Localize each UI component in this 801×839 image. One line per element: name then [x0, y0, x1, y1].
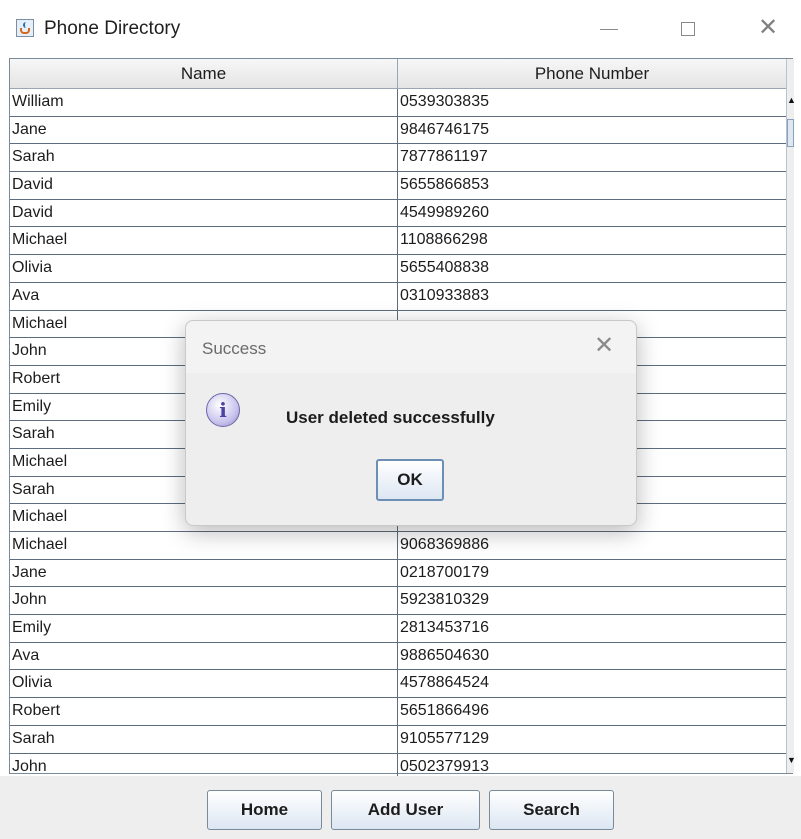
search-button[interactable]: Search	[489, 790, 614, 830]
cell-name[interactable]: David	[10, 172, 398, 199]
minimize-icon	[600, 28, 618, 30]
cell-phone[interactable]: 5655866853	[398, 172, 786, 199]
ok-button[interactable]: OK	[376, 459, 444, 501]
scroll-up-icon[interactable]: ▲	[787, 95, 796, 105]
table-row[interactable]: Michael 9068369886	[10, 532, 786, 560]
vertical-scrollbar[interactable]: ▲ ▼	[786, 59, 796, 773]
cell-phone[interactable]: 0310933883	[398, 283, 786, 310]
cell-name[interactable]: David	[10, 199, 398, 227]
dialog-title: Success	[202, 339, 267, 358]
cell-name[interactable]: Emily	[10, 615, 398, 642]
home-button[interactable]: Home	[207, 790, 322, 830]
cell-name[interactable]: Jane	[10, 559, 398, 587]
cell-phone[interactable]: 7877861197	[398, 144, 786, 171]
cell-phone[interactable]: 9886504630	[398, 643, 786, 670]
table-row[interactable]: Michael 1108866298	[10, 227, 786, 256]
table-header: Name Phone Number	[10, 59, 786, 89]
cell-name[interactable]: John	[10, 587, 398, 615]
table-row[interactable]: Jane 0218700179	[10, 559, 786, 588]
table-row[interactable]: William 0539303835	[10, 89, 786, 117]
dialog-message: User deleted successfully	[286, 408, 495, 427]
cell-name[interactable]: William	[10, 89, 398, 116]
scroll-thumb[interactable]	[787, 119, 794, 147]
cell-phone[interactable]: 0539303835	[398, 89, 786, 116]
window-title: Phone Directory	[44, 18, 181, 39]
cell-name[interactable]: Ava	[10, 282, 398, 310]
success-dialog: Success ✕ i User deleted successfully OK	[185, 320, 637, 526]
table-row[interactable]: John 5923810329	[10, 587, 786, 616]
maximize-button[interactable]	[665, 10, 711, 46]
table-row[interactable]: Emily 2813453716	[10, 615, 786, 643]
cell-phone[interactable]: 9068369886	[398, 532, 786, 559]
cell-phone[interactable]: 9846746175	[398, 117, 786, 144]
cell-phone[interactable]: 2813453716	[398, 615, 786, 642]
close-window-button[interactable]: ✕	[745, 10, 791, 46]
dialog-titlebar: Success ✕	[186, 321, 636, 373]
close-icon: ✕	[757, 14, 779, 41]
table-row[interactable]: David 4549989260	[10, 199, 786, 228]
column-header-phone[interactable]: Phone Number	[398, 59, 786, 88]
cell-name[interactable]: Michael	[10, 227, 398, 255]
table-row[interactable]: Sarah 7877861197	[10, 144, 786, 173]
table-row[interactable]: Olivia 5655408838	[10, 255, 786, 283]
add-user-button[interactable]: Add User	[331, 790, 480, 830]
cell-name[interactable]: Olivia	[10, 670, 398, 698]
table-row[interactable]: Jane 9846746175	[10, 116, 786, 145]
scroll-down-icon[interactable]: ▼	[787, 755, 796, 765]
table-row[interactable]: Ava 9886504630	[10, 642, 786, 671]
table-row[interactable]: Ava 0310933883	[10, 282, 786, 311]
cell-name[interactable]: Robert	[10, 698, 398, 725]
table-row[interactable]: David 5655866853	[10, 172, 786, 200]
cell-phone[interactable]: 0218700179	[398, 560, 786, 587]
window-titlebar: Phone Directory ✕	[0, 0, 801, 56]
table-row[interactable]: Robert 5651866496	[10, 698, 786, 726]
table-row[interactable]: Olivia 4578864524	[10, 670, 786, 699]
java-app-icon	[16, 19, 34, 37]
minimize-button[interactable]	[586, 10, 632, 46]
cell-name[interactable]: Sarah	[10, 144, 398, 172]
cell-name[interactable]: Jane	[10, 116, 398, 144]
info-icon: i	[206, 393, 240, 427]
cell-phone[interactable]: 5655408838	[398, 255, 786, 282]
cell-phone[interactable]: 1108866298	[398, 227, 786, 254]
cell-phone[interactable]: 9105577129	[398, 726, 786, 753]
maximize-icon	[681, 22, 695, 37]
dialog-close-icon[interactable]: ✕	[594, 331, 614, 360]
column-header-name[interactable]: Name	[10, 59, 398, 88]
cell-phone[interactable]: 4578864524	[398, 670, 786, 697]
cell-phone[interactable]: 5923810329	[398, 587, 786, 614]
cell-name[interactable]: Michael	[10, 532, 398, 559]
table-row[interactable]: Sarah 9105577129	[10, 725, 786, 754]
cell-phone[interactable]: 5651866496	[398, 698, 786, 725]
cell-name[interactable]: Olivia	[10, 255, 398, 282]
cell-name[interactable]: Sarah	[10, 725, 398, 753]
cell-phone[interactable]: 4549989260	[398, 200, 786, 227]
button-bar: Home Add User Search	[0, 776, 801, 839]
cell-name[interactable]: Ava	[10, 642, 398, 670]
